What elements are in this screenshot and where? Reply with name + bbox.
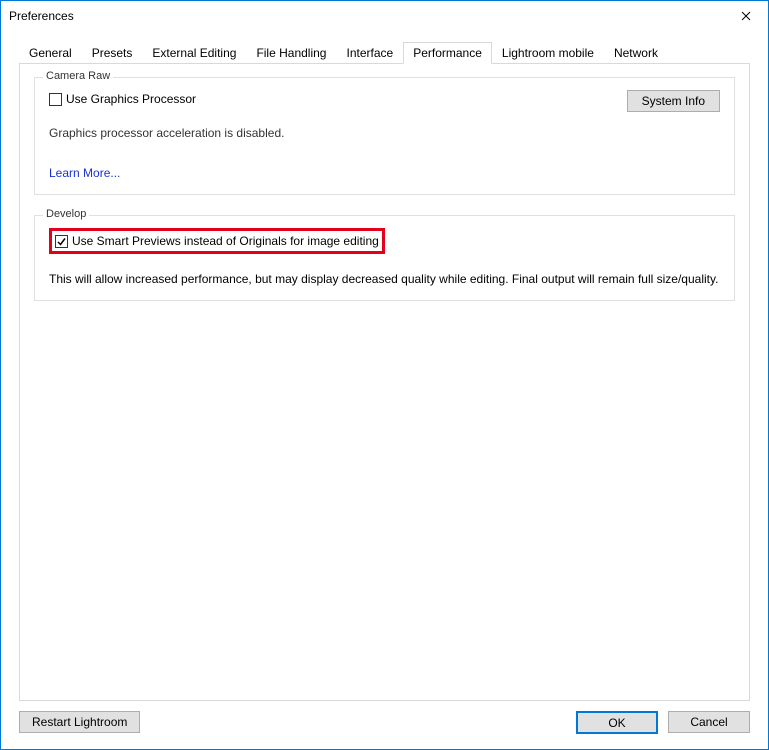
camera-raw-legend: Camera Raw: [43, 70, 113, 82]
tabstrip: General Presets External Editing File Ha…: [19, 42, 750, 64]
tab-external-editing[interactable]: External Editing: [142, 42, 246, 63]
content-area: General Presets External Editing File Ha…: [1, 31, 768, 749]
restart-lightroom-button[interactable]: Restart Lightroom: [19, 711, 140, 733]
learn-more-link[interactable]: Learn More...: [49, 166, 120, 180]
ok-button[interactable]: OK: [576, 711, 658, 734]
smart-previews-checkbox[interactable]: [55, 235, 68, 248]
tab-network[interactable]: Network: [604, 42, 668, 63]
gpu-status-text: Graphics processor acceleration is disab…: [49, 126, 720, 140]
preferences-window: Preferences General Presets External Edi…: [0, 0, 769, 750]
window-title: Preferences: [9, 9, 74, 23]
button-bar: Restart Lightroom OK Cancel: [1, 701, 768, 749]
close-button[interactable]: [723, 1, 768, 31]
tab-performance[interactable]: Performance: [403, 42, 492, 64]
develop-group: Develop Use Smart Previews instead of Or…: [34, 215, 735, 301]
use-gpu-row[interactable]: Use Graphics Processor: [49, 92, 196, 106]
smart-previews-label: Use Smart Previews instead of Originals …: [72, 234, 379, 248]
tab-presets[interactable]: Presets: [82, 42, 143, 63]
camera-raw-group: Camera Raw Use Graphics Processor System…: [34, 77, 735, 195]
cancel-button[interactable]: Cancel: [668, 711, 750, 733]
tab-lightroom-mobile[interactable]: Lightroom mobile: [492, 42, 604, 63]
develop-legend: Develop: [43, 208, 89, 220]
check-icon: [56, 236, 67, 247]
titlebar: Preferences: [1, 1, 768, 31]
smart-previews-highlight: Use Smart Previews instead of Originals …: [49, 228, 385, 254]
system-info-button[interactable]: System Info: [627, 90, 720, 112]
close-icon: [741, 11, 751, 21]
use-gpu-label: Use Graphics Processor: [66, 92, 196, 106]
tab-interface[interactable]: Interface: [336, 42, 403, 63]
tab-general[interactable]: General: [19, 42, 82, 63]
tab-panel-performance: Camera Raw Use Graphics Processor System…: [19, 63, 750, 701]
use-gpu-checkbox[interactable]: [49, 93, 62, 106]
smart-previews-description: This will allow increased performance, b…: [49, 272, 720, 286]
tab-file-handling[interactable]: File Handling: [246, 42, 336, 63]
